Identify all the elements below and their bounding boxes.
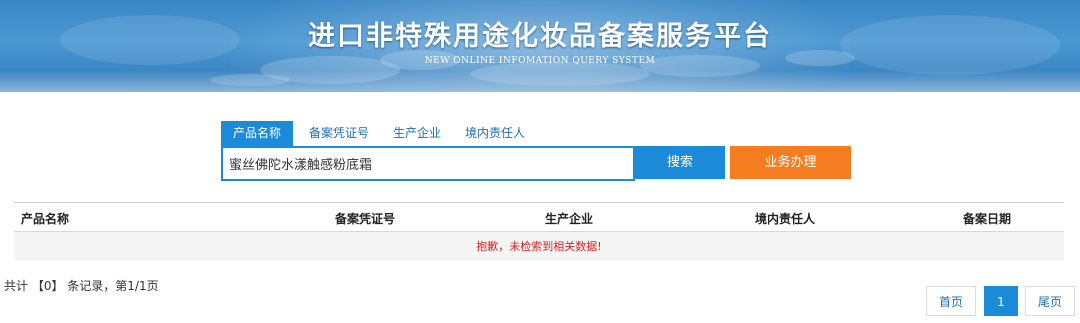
page-number-button[interactable]: 1 bbox=[984, 286, 1018, 316]
business-handling-button[interactable]: 业务办理 bbox=[730, 146, 851, 179]
column-header-manufacturer: 生产企业 bbox=[545, 212, 594, 226]
record-count-summary: 共计 【0】 条记录，第1/1页 bbox=[4, 279, 159, 293]
column-header-certificate-number: 备案凭证号 bbox=[335, 212, 396, 226]
column-header-record-date: 备案日期 bbox=[963, 212, 1012, 226]
search-input[interactable] bbox=[221, 146, 635, 181]
banner-bottom-fade bbox=[0, 70, 1080, 92]
tab-product-name[interactable]: 产品名称 bbox=[221, 121, 294, 146]
first-page-button[interactable]: 首页 bbox=[926, 286, 976, 316]
column-header-domestic-responsible-person: 境内责任人 bbox=[755, 212, 816, 226]
search-type-tabs: 产品名称 备案凭证号 生产企业 境内责任人 bbox=[221, 121, 539, 146]
tab-domestic-responsible-person[interactable]: 境内责任人 bbox=[455, 121, 535, 146]
site-subtitle: NEW ONLINE INFOMATION QUERY SYSTEM bbox=[424, 56, 656, 66]
table-header: 产品名称 备案凭证号 生产企业 境内责任人 备案日期 bbox=[14, 203, 1064, 231]
site-title: 进口非特殊用途化妆品备案服务平台 bbox=[308, 21, 772, 52]
column-header-product-name: 产品名称 bbox=[21, 212, 70, 226]
empty-result-message: 抱歉，未检索到相关数据! bbox=[14, 232, 1064, 261]
tab-certificate-number[interactable]: 备案凭证号 bbox=[299, 121, 379, 146]
search-button[interactable]: 搜索 bbox=[635, 146, 725, 179]
last-page-button[interactable]: 尾页 bbox=[1025, 286, 1075, 316]
header-banner: 进口非特殊用途化妆品备案服务平台 NEW ONLINE INFOMATION Q… bbox=[0, 0, 1080, 92]
tab-manufacturer[interactable]: 生产企业 bbox=[383, 121, 451, 146]
